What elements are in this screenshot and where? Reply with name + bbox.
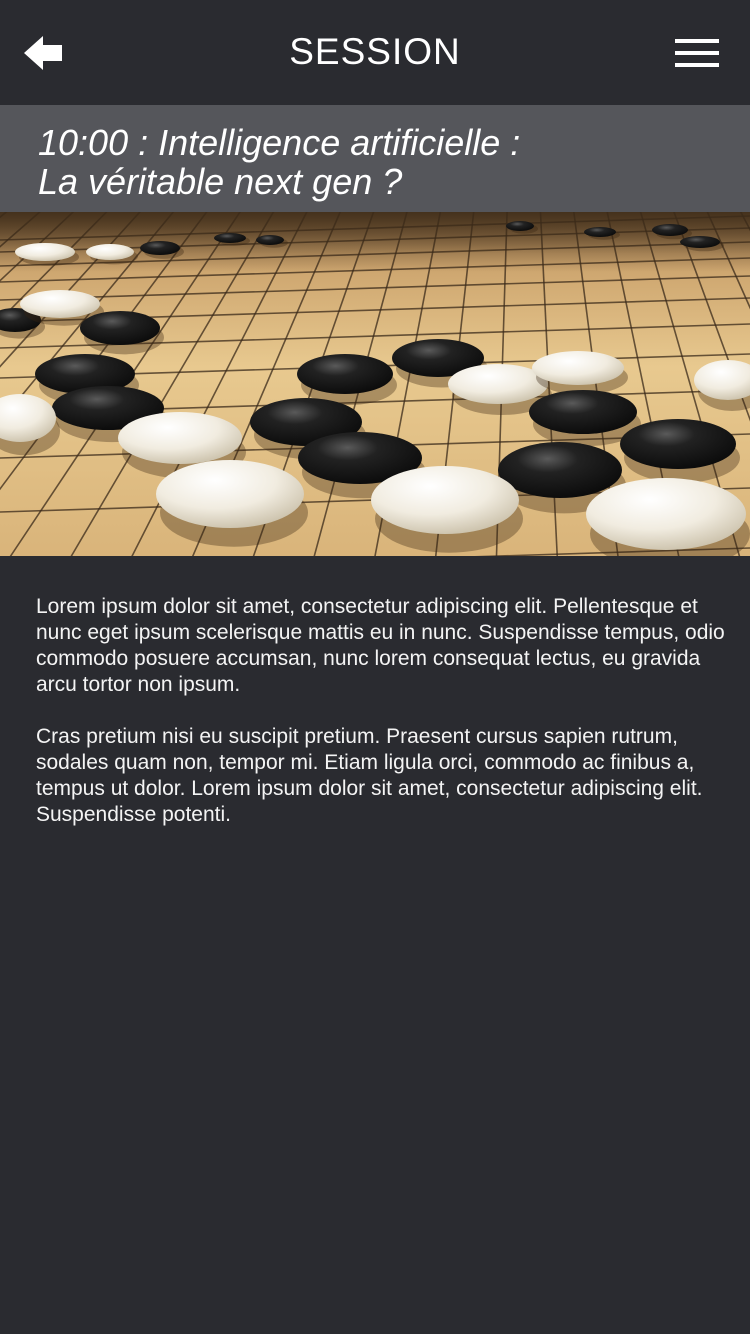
app-header: SESSION [0,0,750,105]
white-stone [156,460,304,528]
black-stone [652,224,688,236]
page-title: SESSION [289,31,461,72]
description-paragraph-2: Cras pretium nisi eu suscipit pretium. P… [36,725,703,826]
black-stone [529,390,637,434]
black-stone [680,236,720,248]
session-title-line-1: 10:00 : Intelligence artificielle : [38,122,521,163]
session-description: Lorem ipsum dolor sit amet, consectetur … [36,594,726,854]
black-stone [297,354,393,394]
black-stone [498,442,622,498]
white-stone [532,351,624,385]
white-stone [371,466,519,534]
hamburger-menu-icon [675,39,719,67]
black-stone [214,233,246,243]
white-stone [15,243,75,261]
go-board-photo [0,212,750,556]
black-stone [620,419,736,469]
menu-button[interactable] [668,30,726,76]
description-paragraph-1: Lorem ipsum dolor sit amet, consectetur … [36,595,725,696]
black-stone [584,227,616,237]
session-title-line-2: La véritable next gen ? [38,161,403,202]
white-stone [20,290,100,318]
session-title-band: 10:00 : Intelligence artificielle : La v… [0,105,750,212]
black-stone [140,241,180,255]
white-stone [86,244,134,260]
black-stone [256,235,284,245]
session-hero-image [0,212,750,556]
white-stone [118,412,242,464]
black-stone [80,311,160,345]
black-stone [506,221,534,231]
session-title: 10:00 : Intelligence artificielle : La v… [38,123,718,201]
white-stone [586,478,746,550]
